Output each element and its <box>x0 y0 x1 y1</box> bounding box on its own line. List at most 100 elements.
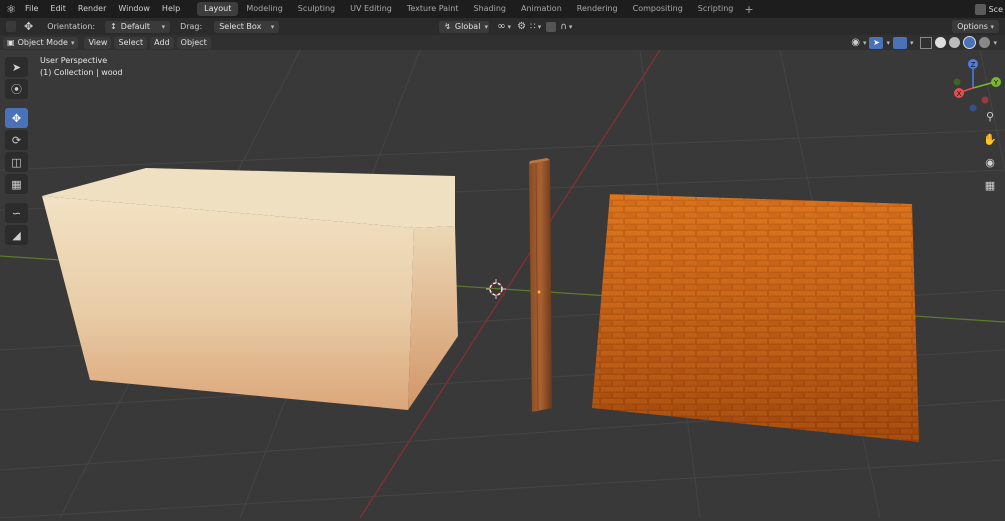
y-axis-label: Y <box>993 79 999 87</box>
box-front-face <box>42 196 414 410</box>
drag-dropdown[interactable]: Select Box ▾ <box>214 20 280 33</box>
origin-point <box>537 290 541 294</box>
wireframe-shading-icon[interactable] <box>935 37 947 48</box>
menu-window[interactable]: Window <box>112 0 156 18</box>
chevron-down-icon: ▾ <box>270 22 275 31</box>
drag-value: Select Box <box>219 21 262 31</box>
chevron-down-icon[interactable]: ▾ <box>538 23 542 31</box>
neg-y-axis-handle[interactable] <box>953 78 961 86</box>
brick-wall-object[interactable] <box>592 194 919 442</box>
menu-edit[interactable]: Edit <box>44 0 72 18</box>
mode-dropdown[interactable]: ▣ Object Mode ▾ <box>3 36 79 49</box>
viewport-shading-group: ◉ ▾ ➤ ▾ ▾ ▾ <box>851 35 997 50</box>
pivot-icon[interactable]: ∞ <box>497 21 505 32</box>
chevron-down-icon[interactable]: ▾ <box>863 39 867 47</box>
tab-shading[interactable]: Shading <box>466 2 513 16</box>
solid-shading-icon[interactable] <box>949 37 961 48</box>
perspective-label: User Perspective <box>40 56 108 65</box>
options-button[interactable]: Options ▾ <box>952 20 999 33</box>
options-label: Options <box>957 22 988 31</box>
grid-perspective-icon[interactable]: ▦ <box>981 177 999 195</box>
drag-label: Drag: <box>180 22 203 31</box>
tab-texture-paint[interactable]: Texture Paint <box>400 2 466 16</box>
tab-sculpting[interactable]: Sculpting <box>291 2 342 16</box>
top-bar: ⚛ File Edit Render Window Help Layout Mo… <box>0 0 1005 18</box>
tab-uv-editing[interactable]: UV Editing <box>343 2 399 16</box>
box-side-face <box>408 226 458 410</box>
tool-settings-bar: ✥ Orientation: ↕ Default ▾ Drag: Select … <box>0 18 1005 35</box>
tab-compositing[interactable]: Compositing <box>626 2 690 16</box>
viewport-navigation: ⚲ ✋ ◉ ▦ <box>981 108 999 195</box>
z-axis-label: Z <box>971 61 976 69</box>
collection-label: (1) Collection | wood <box>40 68 123 77</box>
snap-target-icon[interactable]: ∷ <box>530 22 536 32</box>
overlay-toggle-icon[interactable] <box>892 36 907 49</box>
xray-toggle-icon[interactable] <box>920 36 933 49</box>
chevron-down-icon: ▾ <box>484 22 488 31</box>
select-menu[interactable]: Select <box>114 36 148 49</box>
select-tool-icon[interactable]: ➤ <box>5 57 28 77</box>
cursor-tool-icon[interactable]: ⦿ <box>5 79 28 99</box>
box-object[interactable] <box>42 168 458 410</box>
chevron-down-icon: ▾ <box>161 22 166 31</box>
tab-modeling[interactable]: Modeling <box>239 2 289 16</box>
move-tool-icon[interactable]: ✥ <box>5 108 28 128</box>
object-mode-icon: ▣ <box>7 37 15 47</box>
chevron-down-icon[interactable]: ▾ <box>886 39 890 47</box>
scene-selector[interactable]: Sce <box>974 0 1005 18</box>
add-workspace-icon[interactable]: + <box>744 3 753 16</box>
tool-shelf: ➤ ⦿ ✥ ⟳ ◫ ▦ ∽ ◢ <box>5 57 28 245</box>
menu-render[interactable]: Render <box>72 0 112 18</box>
tab-layout[interactable]: Layout <box>197 2 239 16</box>
proportional-edit-icon[interactable] <box>546 21 557 32</box>
chevron-down-icon[interactable]: ▾ <box>993 39 997 47</box>
menu-file[interactable]: File <box>19 0 44 18</box>
menu-help[interactable]: Help <box>156 0 186 18</box>
blender-logo-icon[interactable]: ⚛ <box>3 3 19 16</box>
mode-label: Object Mode <box>17 37 68 47</box>
scale-tool-icon[interactable]: ◫ <box>5 152 28 172</box>
object-menu[interactable]: Object <box>176 36 211 49</box>
rendered-shading-icon[interactable] <box>979 37 991 48</box>
neg-z-axis-handle[interactable] <box>969 104 977 112</box>
scene-label: Sce <box>988 4 1003 14</box>
x-axis-label: X <box>957 90 962 98</box>
view-menu[interactable]: View <box>84 36 112 49</box>
chevron-down-icon: ▾ <box>70 38 75 47</box>
scene-icon <box>974 3 986 15</box>
navigation-gizmo[interactable]: Z Y X <box>945 56 1005 116</box>
annotate-tool-icon[interactable]: ∽ <box>5 203 28 223</box>
chevron-down-icon: ▾ <box>990 23 994 31</box>
chevron-down-icon[interactable]: ▾ <box>569 23 573 31</box>
camera-icon[interactable]: ◉ <box>981 154 999 172</box>
transform-tool-icon[interactable]: ✥ <box>24 20 33 33</box>
measure-tool-icon[interactable]: ◢ <box>5 225 28 245</box>
snap-icon[interactable]: ⚙ <box>517 21 526 32</box>
wood-plank-object[interactable] <box>529 158 552 412</box>
global-icon: ↯ <box>444 21 451 31</box>
visibility-icon[interactable]: ◉ <box>851 37 860 48</box>
gizmo-toggle-icon[interactable]: ➤ <box>869 36 884 49</box>
tab-animation[interactable]: Animation <box>514 2 569 16</box>
rotate-tool-icon[interactable]: ⟳ <box>5 130 28 150</box>
orientation-dropdown[interactable]: ↕ Default ▾ <box>105 20 171 33</box>
falloff-icon[interactable]: ∩ <box>560 22 567 32</box>
zoom-icon[interactable]: ⚲ <box>981 108 999 126</box>
pan-hand-icon[interactable]: ✋ <box>981 131 999 149</box>
neg-x-axis-handle[interactable] <box>981 96 989 104</box>
tool-preview-icon[interactable] <box>6 21 16 32</box>
orientation-icon: ↕ <box>110 21 117 31</box>
material-shading-icon[interactable] <box>963 36 977 49</box>
add-menu[interactable]: Add <box>150 36 174 49</box>
orientation-label: Orientation: <box>47 22 96 31</box>
viewport-scene <box>0 49 1005 519</box>
tab-rendering[interactable]: Rendering <box>570 2 625 16</box>
tab-scripting[interactable]: Scripting <box>691 2 741 16</box>
chevron-down-icon[interactable]: ▾ <box>910 39 914 47</box>
transform-value: Global <box>454 21 481 31</box>
transform-orientation-dropdown[interactable]: ↯ Global ▾ <box>439 20 490 33</box>
transform-tool-icon[interactable]: ▦ <box>5 174 28 194</box>
3d-viewport[interactable]: User Perspective (1) Collection | wood Z… <box>0 49 1005 519</box>
orientation-value: Default <box>120 21 151 31</box>
chevron-down-icon[interactable]: ▾ <box>508 23 512 31</box>
